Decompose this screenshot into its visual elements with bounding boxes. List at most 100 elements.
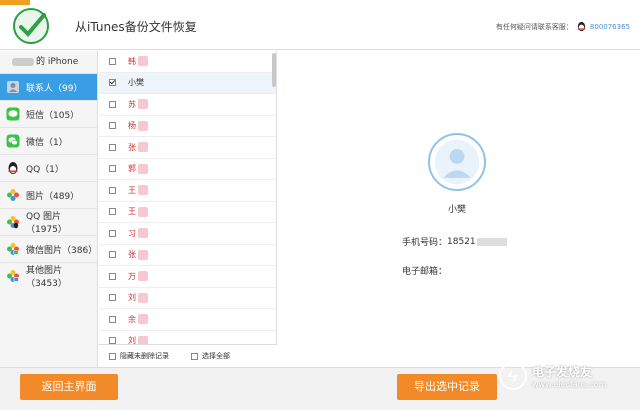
list-item[interactable]: 余 <box>99 309 276 331</box>
contact-name: 刘 <box>128 293 136 303</box>
list-item[interactable]: 苏 <box>99 94 276 116</box>
blurred-owner-name <box>12 57 34 66</box>
wechat-icon <box>6 134 20 148</box>
list-item[interactable]: 杨 <box>99 116 276 137</box>
row-checkbox[interactable] <box>109 143 116 151</box>
list-item[interactable]: 习 <box>99 223 276 245</box>
qq-support-icon[interactable] <box>576 21 587 32</box>
hide-undeleted-checkbox[interactable] <box>109 352 116 360</box>
hide-undeleted-label[interactable]: 隐藏未删除记录 <box>120 351 169 361</box>
row-checkbox[interactable] <box>109 315 116 323</box>
row-checkbox[interactable] <box>109 186 116 194</box>
wechat-photos-icon <box>7 243 19 255</box>
row-checkbox[interactable] <box>109 122 116 130</box>
category-sidebar: 的 iPhone 联系人（99） 短信（105） 微信（1） QQ（1） 图片（… <box>0 51 98 367</box>
qq-photos-icon <box>7 216 19 229</box>
select-all-checkbox[interactable] <box>191 352 198 360</box>
email-label: 电子邮箱： <box>402 267 448 277</box>
watermark-cn: 电子发烧友 <box>532 365 593 379</box>
export-selected-button[interactable]: 导出选中记录 <box>397 374 497 400</box>
contacts-icon <box>7 81 19 93</box>
select-all-label[interactable]: 选择全部 <box>202 351 230 361</box>
contact-list[interactable]: 韩 小樊 苏 杨 张 郭 王 王 习 张 万 刘 余 刘 <box>99 51 277 344</box>
contact-name-heading: 小樊 <box>448 205 467 215</box>
support-contact: 有任何疑问请联系客服： 800076365 <box>496 21 630 32</box>
sidebar-item-photos[interactable]: 图片（489） <box>0 181 97 208</box>
blurred-name <box>138 163 148 174</box>
contact-name: 余 <box>128 314 136 324</box>
sidebar-item-wechat[interactable]: 微信（1） <box>0 127 97 154</box>
row-checkbox[interactable] <box>109 100 116 108</box>
qq-icon <box>8 162 18 174</box>
watermark-text: 电子发烧友 www.elecfans.com <box>532 363 607 389</box>
phone-value: 18521 <box>447 236 476 247</box>
sidebar-item-wechat-photos[interactable]: 微信图片（386） <box>0 235 97 262</box>
sidebar-item-qq-photos[interactable]: QQ 图片（1975） <box>0 208 97 235</box>
row-checkbox[interactable] <box>109 272 116 280</box>
title-bar: 从iTunes备份文件恢复 有任何疑问请联系客服： 800076365 <box>0 0 640 50</box>
contact-name: 刘 <box>128 336 136 344</box>
row-checkbox[interactable] <box>109 165 116 173</box>
row-checkbox[interactable] <box>109 208 116 216</box>
support-text: 有任何疑问请联系客服： <box>495 22 573 31</box>
sidebar-item-other-photos[interactable]: 其他图片（3453） <box>0 262 97 289</box>
app-logo-icon <box>13 8 49 44</box>
blurred-name <box>138 335 148 344</box>
phone-label: 手机号码： <box>402 238 448 248</box>
row-checkbox[interactable] <box>109 57 116 65</box>
sidebar-item-label: 微信（1） <box>26 137 68 148</box>
title-accent-bar <box>0 0 30 5</box>
contact-name: 杨 <box>128 121 136 131</box>
blurred-name <box>138 56 148 67</box>
row-checkbox[interactable] <box>109 294 116 302</box>
row-checkbox[interactable] <box>109 337 116 344</box>
sidebar-item-label: 其他图片（3453） <box>26 266 67 289</box>
sms-icon <box>6 107 20 121</box>
watermark: 电子发烧友 www.elecfans.com <box>498 361 607 391</box>
contact-name: 张 <box>128 142 136 152</box>
sidebar-item-label: 短信（105） <box>26 110 80 121</box>
row-checkbox[interactable] <box>109 229 116 237</box>
list-item[interactable]: 刘 <box>99 331 276 344</box>
list-item[interactable]: 郭 <box>99 159 276 180</box>
list-footer: 隐藏未删除记录 选择全部 <box>99 344 277 367</box>
app-title: 从iTunes备份文件恢复 <box>75 20 197 34</box>
sidebar-item-label: 图片（489） <box>26 191 80 202</box>
blurred-name <box>138 271 148 282</box>
row-checkbox[interactable] <box>109 79 116 87</box>
sidebar-item-sms[interactable]: 短信（105） <box>0 100 97 127</box>
list-item[interactable]: 王 <box>99 180 276 202</box>
list-scrollbar[interactable] <box>272 53 276 87</box>
contact-name: 王 <box>128 185 136 195</box>
other-photos-icon <box>7 270 19 282</box>
contact-name: 张 <box>128 250 136 260</box>
blurred-name <box>138 292 148 303</box>
list-item[interactable]: 王 <box>99 202 276 223</box>
sidebar-item-contacts[interactable]: 联系人（99） <box>0 73 97 100</box>
blurred-name <box>138 206 148 217</box>
blurred-name <box>138 120 148 131</box>
contact-name: 小樊 <box>128 78 144 88</box>
list-item[interactable]: 刘 <box>99 288 276 309</box>
list-item[interactable]: 张 <box>99 137 276 159</box>
select-all-option[interactable]: 选择全部 <box>191 351 230 361</box>
contact-name: 万 <box>128 271 136 281</box>
blurred-name <box>138 228 148 239</box>
back-to-main-button[interactable]: 返回主界面 <box>20 374 118 400</box>
contact-name: 习 <box>128 228 136 238</box>
blurred-name <box>138 99 148 110</box>
sidebar-item-label: 微信图片（386） <box>26 245 98 256</box>
blurred-name <box>138 249 148 260</box>
list-item[interactable]: 小樊 <box>99 72 276 94</box>
watermark-logo-icon <box>499 362 527 390</box>
list-item[interactable]: 万 <box>99 266 276 288</box>
list-item[interactable]: 韩 <box>99 51 276 73</box>
blurred-phone-digits <box>476 237 507 246</box>
list-item[interactable]: 张 <box>99 245 276 266</box>
sidebar-item-qq[interactable]: QQ（1） <box>0 154 97 181</box>
sidebar-item-label: QQ 图片（1975） <box>26 212 67 235</box>
blurred-name <box>138 185 148 196</box>
contact-detail-panel: 小樊 手机号码： 18521 电子邮箱： <box>278 51 640 367</box>
row-checkbox[interactable] <box>109 251 116 259</box>
support-number[interactable]: 800076365 <box>590 23 630 31</box>
